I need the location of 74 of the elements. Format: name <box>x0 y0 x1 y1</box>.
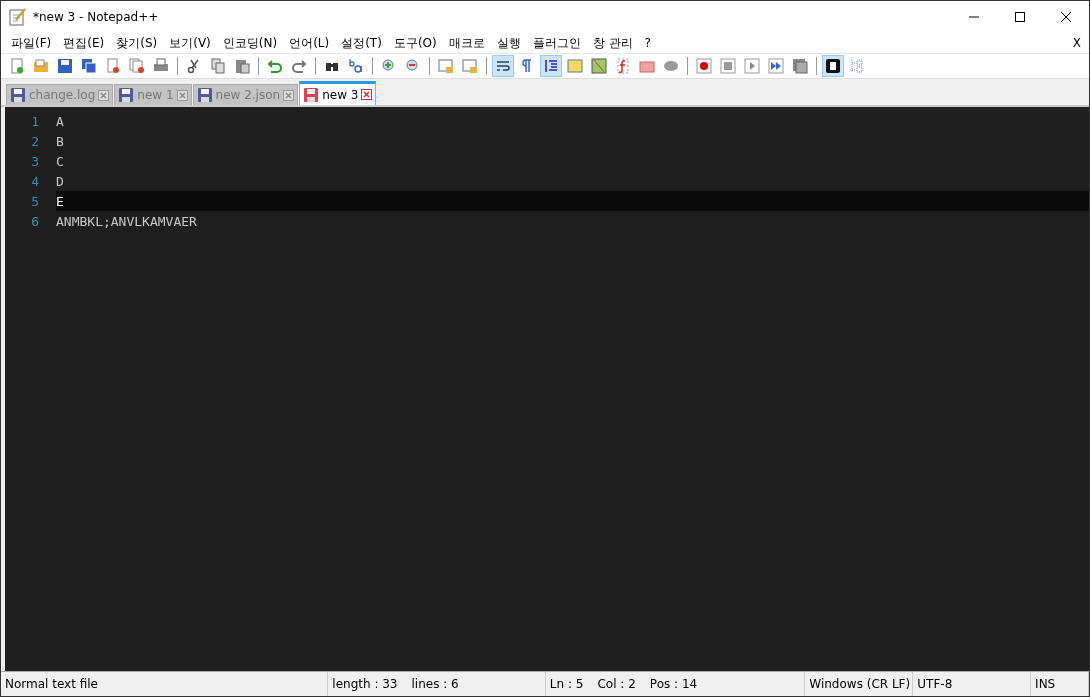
close-icon[interactable] <box>98 89 110 101</box>
close-document-button[interactable]: X <box>1072 36 1081 50</box>
menu-item[interactable]: 실행 <box>490 34 527 52</box>
window-title: *new 3 - Notepad++ <box>33 10 160 24</box>
map-icon <box>591 58 607 74</box>
menu-item[interactable]: 찾기(S) <box>110 34 164 52</box>
folder-icon <box>639 58 655 74</box>
zoom-in-icon <box>381 58 397 74</box>
file-tab[interactable]: new 3 <box>299 81 377 105</box>
word-wrap-icon <box>495 58 511 74</box>
tab-label: new 1 <box>137 88 174 102</box>
fast-forward-icon <box>768 58 784 74</box>
status-text: lines : 6 <box>411 677 459 691</box>
close-icon[interactable] <box>283 89 295 101</box>
save-icon <box>57 58 73 74</box>
document-icon <box>567 58 583 74</box>
tab-label: change.log <box>29 88 96 102</box>
status-text: UTF-8 <box>917 677 953 691</box>
copy-icon <box>210 58 226 74</box>
new-file-icon <box>9 58 25 74</box>
function-icon <box>615 58 631 74</box>
open-folder-icon <box>33 58 49 74</box>
close-icon[interactable] <box>361 89 373 100</box>
maximize-icon <box>1014 11 1026 23</box>
menu-item[interactable]: 보기(V) <box>163 34 217 52</box>
menu-item[interactable]: 언어(L) <box>283 34 336 52</box>
tab-label: new 3 <box>322 87 359 102</box>
menu-item[interactable]: 파일(F) <box>5 34 58 52</box>
play-icon <box>744 58 760 74</box>
code-line: C <box>56 153 64 169</box>
replace-icon <box>348 58 364 74</box>
redo-icon <box>291 58 307 74</box>
close-file-icon <box>105 58 121 74</box>
status-text: Windows (CR LF) <box>809 677 911 691</box>
stop-icon <box>720 58 736 74</box>
status-text: Normal text file <box>5 677 98 691</box>
printer-icon <box>153 58 169 74</box>
close-icon <box>1060 11 1072 23</box>
code-line: A <box>56 113 64 129</box>
code-line: D <box>56 173 64 189</box>
zoom-out-icon <box>405 58 421 74</box>
menu-item[interactable]: 도구(O) <box>387 34 443 52</box>
status-text: Ln : 5 <box>549 677 584 691</box>
code-line: E <box>56 193 64 209</box>
menu-item[interactable]: 설정(T) <box>335 34 388 52</box>
window-lock-icon <box>438 58 454 74</box>
tab-label: new 2.json <box>215 88 281 102</box>
toolbar-button[interactable] <box>822 55 844 77</box>
menu-item[interactable]: 플러그인 <box>526 34 587 52</box>
status-text: INS <box>1035 677 1056 691</box>
close-all-icon <box>129 58 145 74</box>
status-text: Col : 2 <box>597 677 636 691</box>
save-macro-icon <box>792 58 808 74</box>
record-icon <box>696 58 712 74</box>
menu-item[interactable]: 매크로 <box>442 34 491 52</box>
paste-icon <box>234 58 250 74</box>
close-icon[interactable] <box>176 89 188 101</box>
menu-item[interactable]: 창 관리 <box>586 34 639 52</box>
window-lock-icon <box>462 58 478 74</box>
status-text: length : 33 <box>332 677 398 691</box>
undo-icon <box>267 58 283 74</box>
menu-item[interactable]: ? <box>638 36 657 50</box>
status-text: Pos : 14 <box>649 677 698 691</box>
code-line: ANMBKL;ANVLKAMVAER <box>56 213 197 229</box>
save-all-icon <box>81 58 97 74</box>
menu-item[interactable]: 편집(E) <box>57 34 111 52</box>
menu-item[interactable]: 인코딩(N) <box>216 34 284 52</box>
code-line: B <box>56 133 64 149</box>
cloud-icon <box>663 58 679 74</box>
monitor-icon <box>825 58 841 74</box>
notepad-icon <box>9 8 27 26</box>
document-list-icon <box>849 58 865 74</box>
indent-guide-icon <box>543 58 559 74</box>
scissors-icon <box>186 58 202 74</box>
